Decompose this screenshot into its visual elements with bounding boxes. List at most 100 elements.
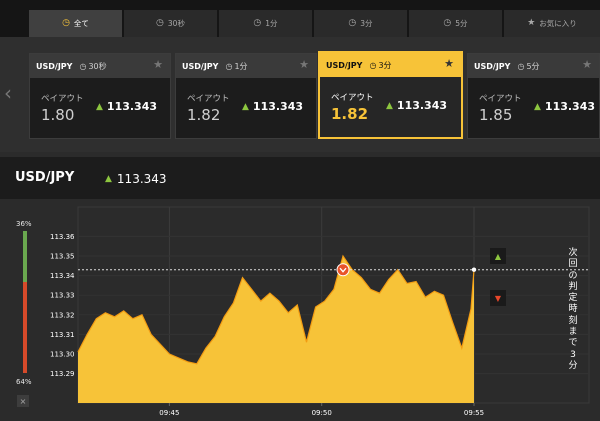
x-tick-label: 09:50 xyxy=(312,409,332,417)
card-header: USD/JPY ◷ 30秒 ★ xyxy=(30,54,170,78)
vertical-char: ま xyxy=(568,327,578,338)
clock-icon: ◷ xyxy=(156,18,164,28)
star-icon[interactable]: ★ xyxy=(299,58,309,71)
tab-label: 3分 xyxy=(360,19,373,28)
clock-icon: ◷ xyxy=(62,18,70,28)
card-time: ◷ 30秒 xyxy=(79,61,106,72)
high-button[interactable]: ▲ xyxy=(490,248,506,264)
tab-label: 1分 xyxy=(265,19,278,28)
option-card-30s[interactable]: USD/JPY ◷ 30秒 ★ ペイアウト 1.80 ▲ 113.343 xyxy=(29,53,171,139)
star-icon[interactable]: ★ xyxy=(153,58,163,71)
clock-icon: ◷ xyxy=(517,61,525,71)
tab-all[interactable]: ◷ 全て xyxy=(29,10,122,37)
clock-icon: ◷ xyxy=(348,18,357,28)
up-arrow-icon: ▲ xyxy=(96,101,103,112)
down-arrow-icon: ▼ xyxy=(494,293,502,303)
tab-1m[interactable]: ◷ 1分 xyxy=(219,10,312,37)
vertical-char: 回 xyxy=(568,259,578,270)
card-time-label: 1分 xyxy=(234,61,248,71)
payout-value: 1.82 xyxy=(187,106,221,124)
x-tick-label: 09:45 xyxy=(159,409,179,417)
vertical-char: 時 xyxy=(568,304,578,315)
price-chart: 113.36 113.35 113.34 113.33 113.32 113.31 113.… xyxy=(50,206,590,417)
star-icon: ★ xyxy=(527,18,536,28)
next-judgement-time: 次回の判定時刻まで3分 xyxy=(567,248,579,372)
up-arrow-icon: ▲ xyxy=(242,101,249,112)
card-time-label: 5分 xyxy=(526,61,540,71)
tab-favorites[interactable]: ★ お気に入り xyxy=(504,10,600,37)
star-icon[interactable]: ★ xyxy=(582,58,592,71)
clock-icon: ◷ xyxy=(253,18,262,28)
clock-icon: ◷ xyxy=(369,60,377,70)
x-tick-label: 09:55 xyxy=(464,409,484,417)
payout-label: ペイアウト xyxy=(479,94,522,104)
clock-icon: ◷ xyxy=(225,61,233,71)
tab-30s[interactable]: ◷ 30秒 xyxy=(124,10,217,37)
up-arrow-icon: ▲ xyxy=(386,100,393,111)
pair-rate: ▲ 113.343 xyxy=(105,172,167,186)
vertical-char: 刻 xyxy=(568,315,578,326)
y-tick-label: 113.32 xyxy=(50,311,75,319)
card-time: ◷ 5分 xyxy=(517,61,539,72)
y-tick-label: 113.36 xyxy=(50,233,75,241)
low-button[interactable]: ▼ xyxy=(490,290,506,306)
y-tick-label: 113.34 xyxy=(50,272,75,280)
payout-value: 1.80 xyxy=(41,106,75,124)
vertical-char: 次 xyxy=(568,248,578,258)
clock-icon: ◷ xyxy=(79,61,87,71)
y-tick-label: 113.29 xyxy=(50,370,75,378)
card-time-label: 3分 xyxy=(378,60,392,70)
y-tick-label: 113.35 xyxy=(50,253,75,261)
current-price-dot xyxy=(471,267,477,272)
vertical-char: 3 xyxy=(570,349,576,360)
option-card-5m[interactable]: USD/JPY ◷ 5分 ★ ペイアウト 1.85 ▲ 113.343 xyxy=(467,53,600,139)
card-pair: USD/JPY xyxy=(36,61,73,71)
card-rate: ▲ 113.343 xyxy=(534,100,595,113)
pair-title: USD/JPY xyxy=(15,170,75,185)
vertical-char: 定 xyxy=(568,293,578,304)
vertical-char: の xyxy=(568,270,578,281)
payout-value: 1.85 xyxy=(479,106,513,124)
tab-label: 5分 xyxy=(455,19,468,28)
card-pair: USD/JPY xyxy=(182,61,219,71)
card-time: ◷ 1分 xyxy=(225,61,247,72)
option-card-1m[interactable]: USD/JPY ◷ 1分 ★ ペイアウト 1.82 ▲ 113.343 xyxy=(175,53,317,139)
card-time-label: 30秒 xyxy=(88,61,107,71)
tab-5m[interactable]: ◷ 5分 xyxy=(409,10,502,37)
pair-header: USD/JPY ▲ 113.343 xyxy=(0,157,600,199)
tab-label: 全て xyxy=(73,19,89,28)
tab-3m[interactable]: ◷ 3分 xyxy=(314,10,407,37)
up-arrow-icon: ▲ xyxy=(494,251,502,261)
card-rate-value: 113.343 xyxy=(544,100,596,113)
card-pair: USD/JPY xyxy=(474,61,511,71)
card-rate: ▲ 113.343 xyxy=(242,100,303,113)
chevron-left-icon[interactable]: ‹ xyxy=(4,83,12,103)
card-rate-value: 113.343 xyxy=(252,100,304,113)
card-header: USD/JPY ◷ 3分 ★ xyxy=(320,53,461,77)
card-rate: ▲ 113.343 xyxy=(96,100,157,113)
payout-label: ペイアウト xyxy=(187,94,230,104)
vertical-char: で xyxy=(568,338,578,349)
option-cards: ‹ USD/JPY ◷ 30秒 ★ ペイアウト 1.80 ▲ 113.343 U… xyxy=(0,37,600,152)
entry-marker xyxy=(336,263,350,277)
vertical-char: 分 xyxy=(568,360,578,371)
y-tick-label: 113.33 xyxy=(50,292,75,300)
payout-label: ペイアウト xyxy=(331,93,374,103)
card-rate-value: 113.343 xyxy=(396,99,448,112)
vertical-char: 判 xyxy=(568,281,578,292)
pair-rate-value: 113.343 xyxy=(116,172,167,186)
card-header: USD/JPY ◷ 1分 ★ xyxy=(176,54,316,78)
tab-label: 30秒 xyxy=(167,19,185,28)
up-arrow-icon: ▲ xyxy=(105,174,112,184)
clock-icon: ◷ xyxy=(443,18,452,28)
timeframe-tabs: ◷ 全て ◷ 30秒 ◷ 1分 ◷ 3分 ◷ 5分 ★ お気に入り xyxy=(0,0,600,37)
payout-value: 1.82 xyxy=(331,105,369,123)
star-icon[interactable]: ★ xyxy=(444,57,454,70)
option-card-3m[interactable]: USD/JPY ◷ 3分 ★ ペイアウト 1.82 ▲ 113.343 xyxy=(318,51,463,139)
tab-label: お気に入り xyxy=(539,19,577,28)
card-pair: USD/JPY xyxy=(326,60,363,70)
y-tick-label: 113.30 xyxy=(50,351,75,359)
up-arrow-icon: ▲ xyxy=(534,101,541,112)
card-time: ◷ 3分 xyxy=(369,60,391,71)
payout-label: ペイアウト xyxy=(41,94,84,104)
